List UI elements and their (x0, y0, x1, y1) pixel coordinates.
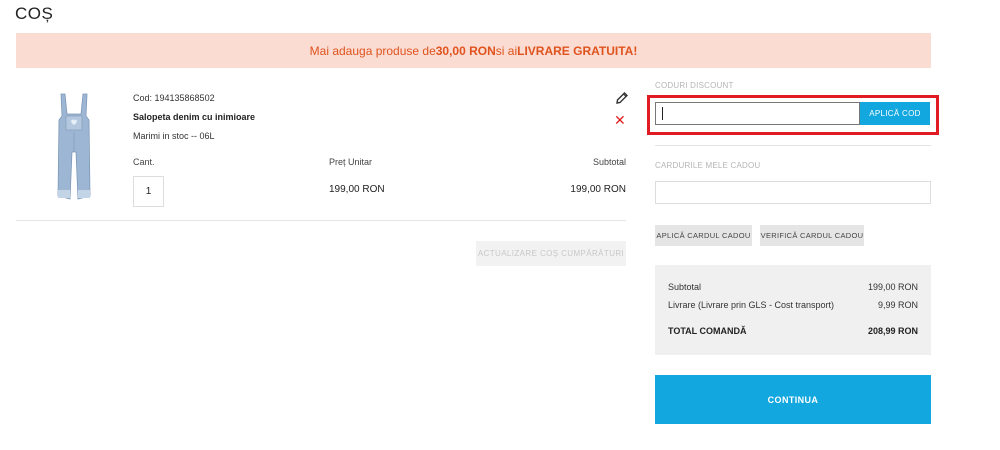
unit-price-label: Preț Unitar (329, 157, 373, 167)
verify-gift-card-button[interactable]: VERIFICĂ CARDUL CADOU (760, 225, 864, 246)
order-total-label: TOTAL COMANDĂ (668, 326, 747, 336)
product-stock: Marimi in stoc -- 06L (133, 131, 215, 141)
gift-card-input[interactable] (655, 181, 931, 204)
highlight-box (647, 95, 939, 135)
subtotal-row-value: 199,00 RON (867, 282, 918, 292)
cart-divider (16, 220, 626, 221)
item-subtotal: 199,00 RON (570, 184, 626, 195)
discount-label: CODURI DISCOUNT (655, 81, 734, 90)
qty-label: Cant. (133, 157, 155, 167)
banner-prefix: Mai adauga produse de (309, 43, 436, 58)
unit-price: 199,00 RON (329, 184, 385, 195)
overalls-image[interactable] (49, 92, 99, 202)
apply-gift-card-button[interactable]: APLICĂ CARDUL CADOU (655, 225, 752, 246)
shipping-row: Livrare (Livrare prin GLS - Cost transpo… (668, 300, 918, 310)
shipping-row-label: Livrare (Livrare prin GLS - Cost transpo… (668, 300, 835, 310)
product-sku: Cod: 194135868502 (133, 93, 215, 103)
subtotal-row-label: Subtotal (668, 282, 702, 292)
subtotal-row: Subtotal 199,00 RON (668, 282, 918, 292)
banner-free-shipping: LIVRARE GRATUITA! (517, 43, 638, 58)
page-title: COȘ (15, 4, 54, 23)
update-cart-button[interactable]: ACTUALIZARE COȘ CUMPĂRĂTURI (476, 241, 626, 266)
gift-cards-label: CARDURILE MELE CADOU (655, 161, 761, 170)
subtotal-label: Subtotal (592, 157, 626, 167)
banner-middle: si ai (495, 43, 518, 58)
continue-button[interactable]: CONTINUA (655, 375, 931, 424)
order-total-row: TOTAL COMANDĂ 208,99 RON (668, 326, 918, 336)
order-totals: Subtotal 199,00 RON Livrare (Livrare pri… (655, 265, 931, 355)
order-total-value: 208,99 RON (867, 326, 918, 336)
quantity-input[interactable] (133, 176, 164, 207)
shipping-row-value: 9,99 RON (877, 300, 918, 310)
sidebar-divider (655, 145, 931, 146)
close-icon[interactable]: ✕ (614, 113, 626, 127)
free-shipping-banner: Mai adauga produse de 30,00 RON si ai LI… (16, 33, 931, 68)
banner-amount: 30,00 RON (435, 43, 496, 58)
product-name[interactable]: Salopeta denim cu inimioare (133, 112, 255, 122)
pencil-icon[interactable] (615, 91, 629, 105)
